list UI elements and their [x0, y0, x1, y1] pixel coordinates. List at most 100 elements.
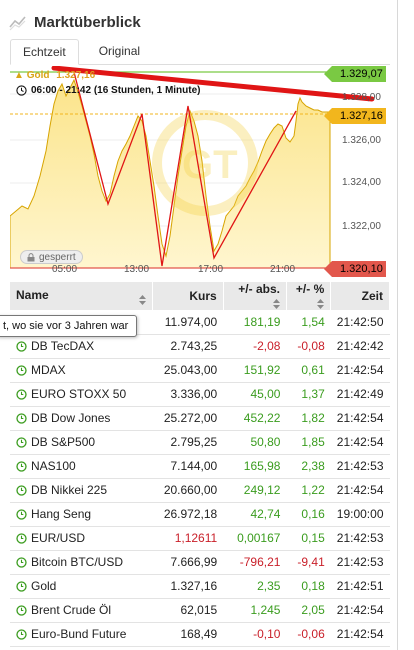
cell-kurs: 1.327,16 — [152, 574, 224, 599]
realtime-clock-icon — [16, 364, 27, 376]
instrument-name[interactable]: DB Nikkei 225 — [31, 483, 107, 497]
instrument-name[interactable]: Hang Seng — [31, 507, 91, 521]
cell-zeit: 21:42:54 — [330, 358, 390, 383]
y-tick-label: 1.328,00 — [342, 92, 381, 103]
cell-name[interactable]: EUR/USD — [10, 526, 153, 551]
instrument-name[interactable]: NAS100 — [31, 459, 76, 473]
column-header-name[interactable]: Name — [10, 282, 154, 310]
chart-line-icon — [9, 16, 26, 31]
cell-name[interactable]: Bitcoin BTC/USD — [10, 550, 153, 575]
cell-kurs: 2.743,25 — [152, 334, 224, 359]
cell-name[interactable]: DB S&P500 — [10, 430, 153, 455]
name-tooltip: t, wo sie vor 3 Jahren war — [0, 315, 138, 337]
cell-kurs: 26.972,18 — [152, 502, 224, 527]
realtime-clock-icon — [16, 508, 27, 520]
cell-kurs: 20.660,00 — [152, 478, 224, 503]
instrument-name[interactable]: DB S&P500 — [31, 435, 95, 449]
instrument-name[interactable]: Gold — [31, 579, 56, 593]
realtime-clock-icon — [16, 436, 27, 448]
realtime-clock-icon — [16, 460, 27, 472]
cell-name[interactable]: DB TecDAX — [10, 334, 153, 359]
high-price-tag: 1.329,07 — [324, 66, 386, 82]
instrument-name[interactable]: DB Dow Jones — [31, 411, 110, 425]
cell-name[interactable]: Hang Seng — [10, 502, 153, 527]
cell-abs: -2,08 — [223, 334, 287, 359]
cell-name[interactable]: Brent Crude Öl — [10, 598, 153, 623]
cell-name[interactable]: Euro-Bund Future — [10, 622, 153, 647]
cell-abs: 452,22 — [223, 406, 287, 431]
svg-text:GT: GT — [182, 143, 238, 187]
clock-icon — [16, 85, 27, 96]
table-header: Name Kurs +/- abs. +/- % Zeit — [10, 282, 390, 310]
cell-name[interactable]: DB Dow Jones — [10, 406, 153, 431]
x-tick-label: 21:00 — [270, 264, 296, 275]
instrument-name[interactable]: Brent Crude Öl — [31, 603, 111, 617]
tab-echtzeit[interactable]: Echtzeit — [10, 39, 79, 65]
realtime-clock-icon — [16, 604, 27, 616]
cell-pct: 2,05 — [286, 598, 331, 623]
table-row[interactable]: DB Nikkei 225 20.660,00 249,12 1,22 21:42:54 — [10, 478, 390, 503]
cell-kurs: 62,015 — [152, 598, 224, 623]
instrument-name[interactable]: EURO STOXX 50 — [31, 387, 126, 401]
instrument-name[interactable]: MDAX — [31, 363, 66, 377]
tab-original[interactable]: Original — [87, 39, 152, 65]
table-row[interactable]: Bitcoin BTC/USD 7.666,99 -796,21 -9,41 21:42… — [10, 550, 390, 575]
table-row[interactable]: Hang Seng 26.972,18 42,74 0,16 19:00:00 — [10, 502, 390, 527]
cell-pct: 1,82 — [286, 406, 331, 431]
cell-name[interactable]: MDAX — [10, 358, 153, 383]
cell-zeit: 21:42:54 — [330, 478, 390, 503]
table-row[interactable]: EUR/USD 1,12611 0,00167 0,15 21:42:53 — [10, 526, 390, 551]
cell-pct: 1,22 — [286, 478, 331, 503]
cell-abs: -0,10 — [223, 622, 287, 647]
cell-kurs: 7.144,00 — [152, 454, 224, 479]
table-row[interactable]: Brent Crude Öl 62,015 1,245 2,05 21:42:54 — [10, 598, 390, 623]
column-header-kurs[interactable]: Kurs — [152, 282, 224, 310]
table-row[interactable]: Euro-Bund Future 168,49 -0,10 -0,06 21:42:54 — [10, 622, 390, 647]
cell-zeit: 21:42:51 — [330, 574, 390, 599]
page-title: Marktüberblick — [34, 13, 141, 31]
cell-abs: 2,35 — [223, 574, 287, 599]
column-header-pct[interactable]: +/- % — [286, 282, 332, 310]
realtime-clock-icon — [16, 340, 27, 352]
realtime-clock-icon — [16, 412, 27, 424]
cell-abs: 151,92 — [223, 358, 287, 383]
instrument-name[interactable]: Bitcoin BTC/USD — [31, 555, 123, 569]
cell-zeit: 21:42:54 — [330, 622, 390, 647]
cell-name[interactable]: Gold — [10, 574, 153, 599]
tab-bar: Echtzeit Original — [10, 39, 390, 65]
table-row[interactable]: DB TecDAX 2.743,25 -2,08 -0,08 21:42:42 — [10, 334, 390, 359]
cell-name[interactable]: DB Nikkei 225 — [10, 478, 153, 503]
table-row[interactable]: MDAX 25.043,00 151,92 0,61 21:42:54 — [10, 358, 390, 383]
cell-zeit: 21:42:42 — [330, 334, 390, 359]
cell-pct: -0,06 — [286, 622, 331, 647]
sort-icon[interactable] — [317, 298, 325, 309]
cell-pct: -9,41 — [286, 550, 331, 575]
instrument-name[interactable]: DB TecDAX — [31, 339, 94, 353]
cell-zeit: 21:42:54 — [330, 406, 390, 431]
instrument-name[interactable]: EUR/USD — [31, 531, 85, 545]
table-row[interactable]: Gold 1.327,16 2,35 0,18 21:42:51 — [10, 574, 390, 599]
cell-zeit: 21:42:50 — [330, 310, 390, 335]
sort-icon[interactable] — [272, 298, 280, 309]
cell-abs: -796,21 — [223, 550, 287, 575]
realtime-clock-icon — [16, 484, 27, 496]
cell-name[interactable]: NAS100 — [10, 454, 153, 479]
cell-pct: 0,16 — [286, 502, 331, 527]
cell-zeit: 21:42:53 — [330, 526, 390, 551]
locked-badge: gesperrt — [20, 250, 83, 264]
realtime-clock-icon — [16, 388, 27, 400]
column-header-zeit[interactable]: Zeit — [330, 282, 390, 310]
cell-name[interactable]: EURO STOXX 50 — [10, 382, 153, 407]
table-row[interactable]: EURO STOXX 50 3.336,00 45,00 1,37 21:42:49 — [10, 382, 390, 407]
cell-abs: 249,12 — [223, 478, 287, 503]
table-row[interactable]: DB Dow Jones 25.272,00 452,22 1,82 21:42:54 — [10, 406, 390, 431]
table-row[interactable]: DB S&P500 2.795,25 50,80 1,85 21:42:54 — [10, 430, 390, 455]
column-header-abs[interactable]: +/- abs. — [223, 282, 287, 310]
cell-abs: 181,19 — [223, 310, 287, 335]
sort-icon[interactable] — [139, 294, 147, 305]
instrument-name[interactable]: Euro-Bund Future — [31, 627, 126, 641]
cell-pct: 1,85 — [286, 430, 331, 455]
cell-abs: 45,00 — [223, 382, 287, 407]
table-row[interactable]: NAS100 7.144,00 165,98 2,38 21:42:53 — [10, 454, 390, 479]
cell-kurs: 25.043,00 — [152, 358, 224, 383]
